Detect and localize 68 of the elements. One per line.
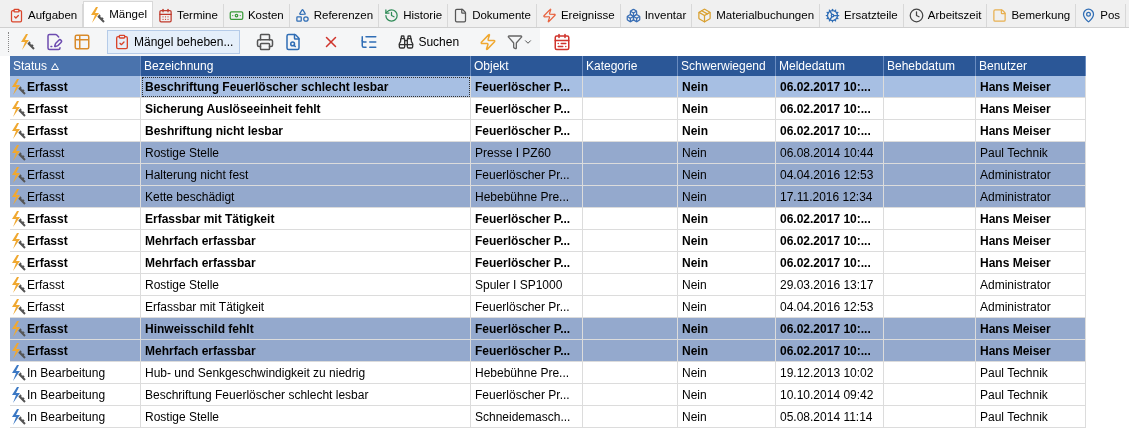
lightning-wrench-icon [10,342,26,359]
table-row[interactable]: Erfasst Beschriftung Feuerlöscher schlecht lesbar Feuerlöscher P... Nein 06.02.2017 10:... Hans Meiser [10,76,1086,98]
table-cell: Paul Technik [976,406,1086,428]
lightning-wrench-icon [10,232,26,249]
lightning-wrench-icon [19,34,35,50]
table-row[interactable]: Erfasst Kette beschädigt Hebebühne Pre... Nein 17.11.2016 12:34 Administrator [10,186,1086,208]
clipboard-check-icon [114,34,130,50]
lightning-wrench-icon [10,144,26,161]
column-header[interactable]: Status [10,56,141,76]
lightning-wrench-icon [10,254,26,271]
table-cell: 05.08.2014 11:14 [776,406,884,428]
lightning-wrench-icon [10,320,26,337]
calendar-icon [157,8,173,23]
lightning-wrench-icon [10,100,26,117]
filter-icon [507,34,524,50]
lightning-wrench-icon [10,78,26,95]
inventory-icon [625,8,641,23]
lightning-wrench-icon [10,298,26,315]
table-row[interactable]: Erfasst Beshriftung nicht lesbar Feuerlöscher P... Nein 06.02.2017 10:... Hans Meiser [10,120,1086,142]
table-row[interactable]: Erfasst Mehrfach erfassbar Feuerlöscher P... Nein 06.02.2017 10:... Hans Meiser [10,252,1086,274]
search-button[interactable]: Suchen [394,33,464,51]
table-cell: Rostige Stelle [141,406,471,428]
clipboard-check-icon [9,8,24,23]
table-row[interactable]: Erfasst Sicherung Auslöseeinheit fehlt Feuerlöscher P... Nein 06.02.2017 10:... Hans Meiser [10,98,1086,120]
lightning-wrench-icon [89,6,106,23]
table-row[interactable]: In Bearbeitung Hub- und Senkgeschwindigkeit zu niedrig Hebebühne Pre... Nein 19.12.2013 10:02 Paul Technik [10,362,1086,384]
clock-icon [908,8,924,23]
lightning-wrench-icon [10,122,26,139]
table-row[interactable]: Erfasst Rostige Stelle Presse I PZ60 Nein 06.08.2014 10:44 Paul Technik [10,142,1086,164]
shapes-icon [294,8,310,23]
print-preview-icon [284,33,303,51]
lightning-icon [479,33,498,51]
table-cell: Schneidemasch... [471,406,583,428]
map-pin-icon [1081,8,1097,23]
table-row[interactable]: Erfasst Mehrfach erfassbar Feuerlöscher P... Nein 06.02.2017 10:... Hans Meiser [10,340,1086,362]
calendar-icon [553,33,572,51]
fix-defects-button[interactable]: Mängel beheben... [107,30,241,54]
sort-icon [51,62,60,70]
note-icon [992,8,1008,23]
lightning-wrench-icon [10,364,26,381]
edit-icon [45,33,63,51]
tree-icon [360,33,379,51]
status-cell: In Bearbeitung [10,406,141,428]
table-row[interactable]: In Bearbeitung Beschriftung Feuerlöscher schlecht lesbar Feuerlöscher Pr... Nein 10.10.2014 09:42 Paul Technik [10,384,1086,406]
binoculars-icon [398,34,415,50]
tab[interactable]: Mängel [83,1,153,27]
table-row[interactable]: Erfasst Erfassbar mit Tätigkeit Feuerlöscher Pr... Nein 04.04.2016 12:53 Administrator [10,296,1086,318]
print-icon [256,33,275,51]
lightning-wrench-icon [10,386,26,403]
lightning-wrench-icon [10,276,26,293]
table-row[interactable]: Erfasst Mehrfach erfassbar Feuerlöscher P... Nein 06.02.2017 10:... Hans Meiser [10,230,1086,252]
lightning-wrench-icon [10,166,26,183]
table-row[interactable]: Erfasst Erfassbar mit Tätigkeit Feuerlöscher P... Nein 06.02.2017 10:... Hans Meiser [10,208,1086,230]
money-icon [228,8,244,23]
caret-icon [523,37,534,47]
table-row[interactable]: Erfasst Halterung nicht fest Feuerlöscher Pr... Nein 04.04.2016 12:53 Administrator [10,164,1086,186]
lightning-wrench-icon [10,188,26,205]
history-icon [384,8,400,23]
table-cell: Nein [678,406,776,428]
table-row[interactable]: In Bearbeitung Rostige Stelle Schneidemasch... Nein 05.08.2014 11:14 Paul Technik [10,406,1086,428]
table-icon [73,33,91,51]
table-row[interactable]: Erfasst Rostige Stelle Spuler I SP1000 Nein 29.03.2016 13:17 Administrator [10,274,1086,296]
document-icon [453,8,469,23]
table-cell: Beschriftung Feuerlöscher schlecht lesbar [141,76,471,98]
lightning-wrench-icon [10,210,26,227]
lightning-icon [541,8,557,23]
lightning-wrench-icon [10,408,26,425]
table-row[interactable]: Erfasst Hinweisschild fehlt Feuerlöscher P... Nein 06.02.2017 10:... Hans Meiser [10,318,1086,340]
